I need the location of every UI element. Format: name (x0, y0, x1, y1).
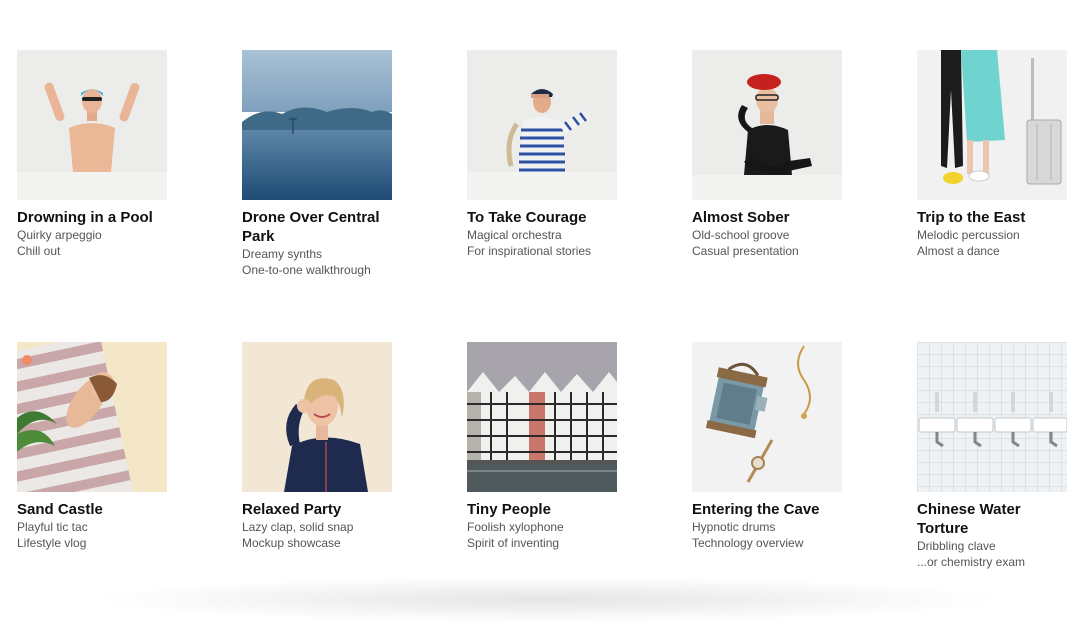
track-row: Drowning in a Pool Quirky arpeggio Chill… (17, 50, 1077, 290)
track-genre: Foolish xylophone (467, 520, 564, 534)
track-genre: Dribbling clave (917, 539, 996, 553)
track-thumbnail-beach-towel[interactable] (17, 342, 167, 492)
track-title[interactable]: Drowning in a Pool (17, 208, 167, 227)
track-card[interactable]: Sand Castle Playful tic tac Lifestyle vl… (17, 342, 167, 551)
track-genre: Playful tic tac (17, 520, 88, 534)
track-thumbnail-couple-suitcase[interactable] (917, 50, 1067, 200)
track-thumbnail-lantern[interactable] (692, 342, 842, 492)
track-thumbnail-smiling-woman[interactable] (242, 342, 392, 492)
track-card[interactable]: Relaxed Party Lazy clap, solid snap Mock… (242, 342, 392, 551)
track-use-case: Spirit of inventing (467, 536, 560, 550)
track-card[interactable]: Drowning in a Pool Quirky arpeggio Chill… (17, 50, 167, 259)
track-row: Sand Castle Playful tic tac Lifestyle vl… (17, 342, 1077, 582)
track-thumbnail-lake[interactable] (242, 50, 392, 200)
track-thumbnail-tiled-sinks[interactable] (917, 342, 1067, 492)
track-use-case: Mockup showcase (242, 536, 341, 550)
track-title[interactable]: Chinese Water Torture (917, 500, 1067, 538)
track-card[interactable]: Chinese Water Torture Dribbling clave ..… (917, 342, 1067, 570)
track-thumbnail-waterfront-houses[interactable] (467, 342, 617, 492)
track-use-case: Almost a dance (917, 244, 1000, 258)
track-title[interactable]: Trip to the East (917, 208, 1067, 227)
track-genre: Old-school groove (692, 228, 790, 242)
track-use-case: Chill out (17, 244, 61, 258)
track-card[interactable]: To Take Courage Magical orchestra For in… (467, 50, 617, 259)
track-title[interactable]: Tiny People (467, 500, 617, 519)
track-genre: Magical orchestra (467, 228, 562, 242)
track-title[interactable]: Drone Over Central Park (242, 208, 392, 246)
track-genre: Dreamy synths (242, 247, 323, 261)
track-genre: Quirky arpeggio (17, 228, 102, 242)
track-use-case: One-to-one walkthrough (242, 263, 371, 277)
track-title[interactable]: To Take Courage (467, 208, 617, 227)
track-title[interactable]: Relaxed Party (242, 500, 392, 519)
track-thumbnail-sailor[interactable] (467, 50, 617, 200)
track-card[interactable]: Almost Sober Old-school groove Casual pr… (692, 50, 842, 259)
track-use-case: For inspirational stories (467, 244, 592, 258)
track-genre: Lazy clap, solid snap (242, 520, 354, 534)
track-use-case: Lifestyle vlog (17, 536, 87, 550)
track-use-case: ...or chemistry exam (917, 555, 1026, 569)
track-card[interactable]: Trip to the East Melodic percussion Almo… (917, 50, 1067, 259)
track-genre: Melodic percussion (917, 228, 1020, 242)
track-title[interactable]: Almost Sober (692, 208, 842, 227)
bottom-shadow (100, 577, 994, 622)
track-card[interactable]: Entering the Cave Hypnotic drums Technol… (692, 342, 842, 551)
track-card[interactable]: Drone Over Central Park Dreamy synths On… (242, 50, 392, 278)
track-thumbnail-red-beret[interactable] (692, 50, 842, 200)
track-use-case: Casual presentation (692, 244, 799, 258)
track-thumbnail-swimmer[interactable] (17, 50, 167, 200)
track-genre: Hypnotic drums (692, 520, 776, 534)
track-title[interactable]: Sand Castle (17, 500, 167, 519)
track-title[interactable]: Entering the Cave (692, 500, 842, 519)
track-use-case: Technology overview (692, 536, 804, 550)
track-card[interactable]: Tiny People Foolish xylophone Spirit of … (467, 342, 617, 551)
